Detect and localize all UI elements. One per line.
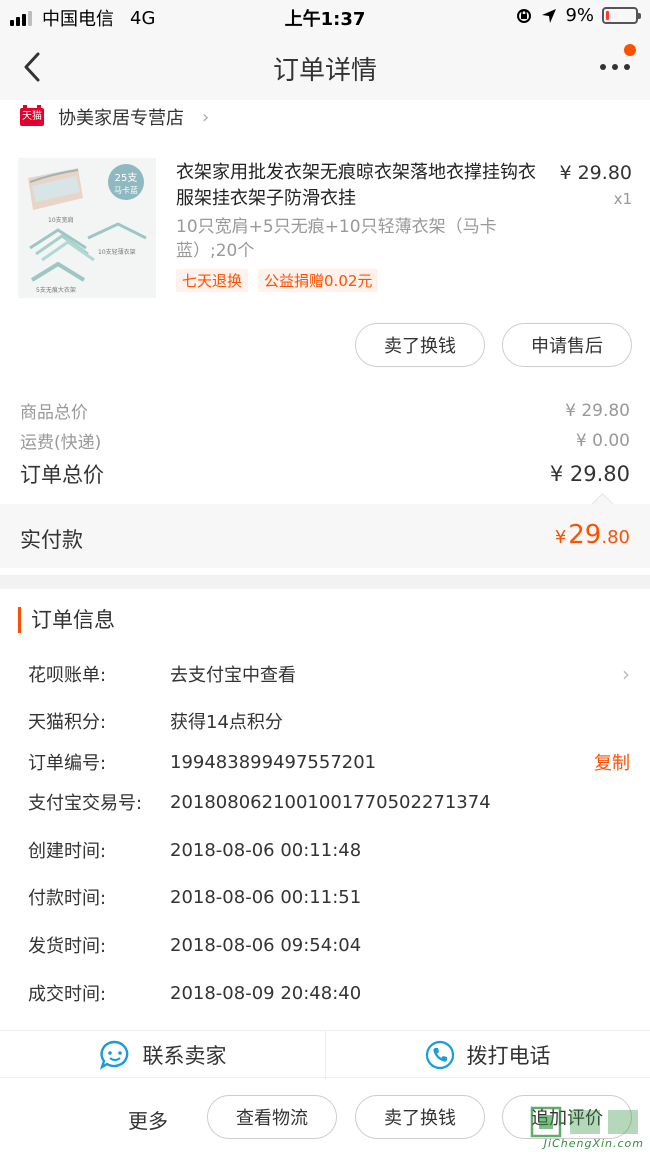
- chevron-right-icon: ›: [202, 106, 210, 128]
- image-count-text: 25支: [115, 172, 138, 184]
- goods-total-row: 商品总价 ¥ 29.80: [20, 398, 630, 424]
- ellipsis-icon: [600, 64, 630, 70]
- copy-button[interactable]: 复制: [594, 749, 630, 775]
- shipping-value: ¥ 0.00: [575, 430, 630, 451]
- watermark-logo: [530, 1106, 638, 1138]
- order-number-row: 订单编号: 199483899497557201 复制: [28, 747, 630, 777]
- product-quantity: x1: [613, 190, 632, 208]
- order-total-row: 订单总价 ¥ 29.80: [20, 459, 630, 489]
- contact-bar: 联系卖家 拨打电话: [0, 1030, 650, 1079]
- battery-icon: [602, 7, 641, 24]
- info-value: 2018-08-09 20:48:40: [170, 982, 362, 1004]
- order-number: 199483899497557201: [170, 751, 377, 773]
- notification-badge: [624, 44, 636, 56]
- image-label-1: 10支宽肩: [48, 216, 74, 224]
- orientation-lock-icon: [517, 8, 532, 23]
- shipping-label: 运费(快递): [20, 433, 102, 453]
- return-tag: 七天退换: [176, 269, 249, 292]
- contact-seller-label: 联系卖家: [142, 1044, 227, 1068]
- info-key: 创建时间:: [28, 841, 107, 862]
- product-sku: 10只宽肩+5只无痕+10只轻薄衣架（马卡蓝）;20个: [176, 217, 497, 261]
- status-bar: 中国电信 4G 上午1:37 9%: [0, 0, 650, 34]
- actual-paid-label: 实付款: [20, 528, 83, 552]
- actual-paid-amount: ¥ 29 .80: [555, 520, 630, 550]
- closed-time-row: 成交时间: 2018-08-09 20:48:40: [28, 978, 630, 1008]
- chevron-right-icon: ›: [622, 662, 630, 686]
- info-value: 2018-08-06 00:11:48: [170, 839, 362, 861]
- watermark-text: JiChengXin.com: [543, 1137, 644, 1150]
- info-value: 获得14点积分: [170, 712, 283, 733]
- nav-bar: 订单详情: [0, 34, 650, 100]
- more-actions-button[interactable]: 更多: [128, 1105, 168, 1134]
- info-key: 发货时间:: [28, 936, 107, 957]
- product-image[interactable]: 25支 马卡蓝 10支宽肩 10支轻薄衣架 5支无痕大衣架: [18, 158, 156, 298]
- tmall-logo: 天猫: [20, 105, 44, 126]
- order-info-heading: 订单信息: [18, 607, 115, 633]
- chat-bubble-icon: [99, 1040, 128, 1070]
- currency-symbol: ¥: [554, 527, 567, 548]
- phone-icon: [425, 1040, 454, 1070]
- service-tags: 七天退换 公益捐赠0.02元: [176, 269, 379, 292]
- info-key: 花呗账单:: [28, 665, 107, 686]
- order-total-label: 订单总价: [20, 463, 104, 487]
- sell-for-cash-button[interactable]: 卖了换钱: [355, 323, 485, 367]
- view-logistics-button[interactable]: 查看物流: [207, 1095, 337, 1139]
- info-value: 2018-08-06 09:54:04: [170, 934, 362, 956]
- contact-seller-button[interactable]: 联系卖家: [0, 1031, 325, 1079]
- info-key: 订单编号:: [28, 753, 107, 774]
- battery-percent: 9%: [565, 5, 594, 26]
- shipped-time-row: 发货时间: 2018-08-06 09:54:04: [28, 930, 630, 960]
- product-price: ¥ 29.80: [559, 162, 632, 184]
- order-total-value: ¥ 29.80: [549, 462, 630, 486]
- product-item[interactable]: 25支 马卡蓝 10支宽肩 10支轻薄衣架 5支无痕大衣架 衣架家用批发衣架无痕…: [0, 150, 650, 310]
- huabei-bill-row[interactable]: 花呗账单: 去支付宝中查看 ›: [28, 659, 630, 689]
- image-label-3: 5支无痕大衣架: [36, 286, 76, 294]
- info-key: 成交时间:: [28, 984, 107, 1005]
- more-menu-button[interactable]: [598, 44, 636, 84]
- location-arrow-icon: [542, 8, 557, 23]
- page-title: 订单详情: [272, 56, 377, 86]
- goods-total-value: ¥ 29.80: [565, 400, 630, 421]
- info-key: 支付宝交易号:: [28, 793, 143, 814]
- shipping-row: 运费(快递) ¥ 0.00: [20, 428, 630, 454]
- tmall-points-row: 天猫积分: 获得14点积分: [28, 706, 630, 736]
- alipay-trade-row: 支付宝交易号: 2018080621001001770502271374: [28, 787, 630, 817]
- shop-row[interactable]: 天猫 协美家居专营店 ›: [0, 100, 650, 134]
- image-color-text: 马卡蓝: [114, 185, 138, 195]
- apply-aftersale-button[interactable]: 申请售后: [502, 323, 632, 367]
- call-phone-button[interactable]: 拨打电话: [325, 1031, 650, 1079]
- info-key: 天猫积分:: [28, 712, 107, 733]
- amount-integer: 29: [568, 520, 602, 550]
- charity-tag: 公益捐赠0.02元: [258, 269, 379, 292]
- image-label-2: 10支轻薄衣架: [98, 248, 136, 256]
- info-key: 付款时间:: [28, 888, 107, 909]
- section-divider: [0, 575, 650, 589]
- site-watermark: JiChengXin.com: [530, 1104, 648, 1152]
- info-value: 2018080621001001770502271374: [170, 791, 491, 813]
- paid-time-row: 付款时间: 2018-08-06 00:11:51: [28, 882, 630, 912]
- amount-decimal: .80: [601, 527, 630, 548]
- product-title[interactable]: 衣架家用批发衣架无痕晾衣架落地衣撑挂钩衣服架挂衣架子防滑衣挂: [176, 160, 536, 212]
- actual-paid-row: 实付款 ¥ 29 .80: [0, 504, 650, 568]
- info-value: 去支付宝中查看: [170, 665, 296, 686]
- info-value: 2018-08-06 00:11:51: [170, 886, 362, 908]
- goods-total-label: 商品总价: [20, 403, 88, 423]
- created-time-row: 创建时间: 2018-08-06 00:11:48: [28, 835, 630, 865]
- shop-name: 协美家居专营店: [58, 108, 184, 129]
- bottom-sell-for-cash-button[interactable]: 卖了换钱: [355, 1095, 485, 1139]
- call-phone-label: 拨打电话: [466, 1044, 551, 1068]
